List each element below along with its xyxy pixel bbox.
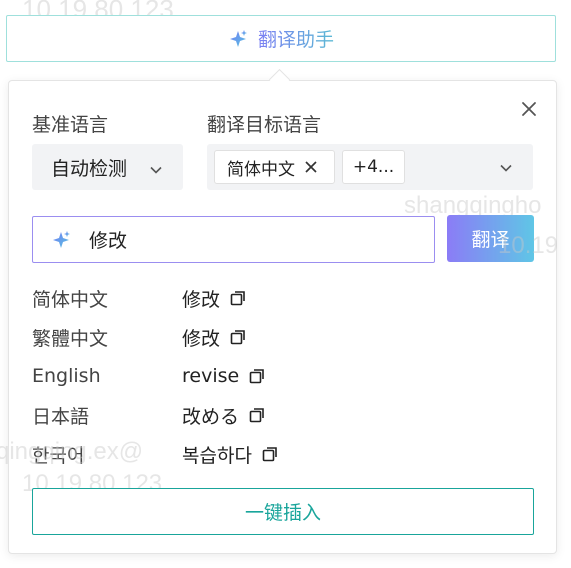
copy-icon[interactable]	[229, 289, 247, 307]
source-language-value: 自动检测	[51, 157, 128, 180]
result-language: 简体中文	[32, 288, 109, 311]
copy-icon[interactable]	[229, 328, 247, 346]
close-icon[interactable]	[518, 98, 540, 120]
target-language-select[interactable]: 简体中文 +4...	[207, 144, 533, 190]
result-text: revise	[182, 365, 240, 387]
insert-all-button[interactable]: 一键插入	[32, 488, 534, 535]
result-text-group: 복습하다	[182, 441, 279, 468]
result-language: 繁體中文	[32, 327, 109, 350]
translate-assistant-label: 翻译助手	[258, 25, 334, 52]
more-languages-tag[interactable]: +4...	[342, 150, 405, 184]
result-language: English	[32, 365, 101, 387]
target-language-tag-label: 简体中文	[227, 159, 295, 180]
result-row: 日本語 改める	[32, 400, 266, 430]
translate-input[interactable]: 修改	[32, 216, 435, 263]
remove-tag-icon[interactable]	[304, 160, 318, 174]
target-language-tag: 简体中文	[214, 150, 335, 184]
result-row: 繁體中文 修改	[32, 322, 247, 352]
copy-icon[interactable]	[248, 406, 266, 424]
source-language-label: 基准语言	[32, 114, 109, 136]
result-text-group: 改める	[182, 402, 266, 429]
result-text-group: revise	[182, 365, 266, 387]
sparkle-icon	[228, 29, 248, 49]
result-language: 한국어	[32, 444, 85, 467]
result-text: 복습하다	[182, 444, 252, 467]
result-language: 日本語	[32, 405, 90, 428]
result-row: 한국어 복습하다	[32, 439, 279, 469]
copy-icon[interactable]	[248, 367, 266, 385]
result-text-group: 修改	[182, 285, 247, 312]
target-language-label: 翻译目标语言	[207, 114, 322, 136]
result-row: 简体中文 修改	[32, 283, 247, 313]
result-text: 修改	[182, 327, 221, 350]
translate-assistant-button[interactable]: 翻译助手	[6, 15, 556, 62]
source-language-select[interactable]: 自动检测	[32, 144, 183, 190]
result-text: 修改	[182, 288, 221, 311]
translate-input-value: 修改	[89, 230, 128, 252]
result-row: English revise	[32, 361, 266, 391]
chevron-down-icon	[499, 160, 513, 179]
chevron-down-icon	[149, 160, 163, 182]
result-text-group: 修改	[182, 324, 247, 351]
sparkle-icon	[51, 230, 71, 250]
copy-icon[interactable]	[261, 445, 279, 463]
translate-button[interactable]: 翻译	[447, 215, 534, 262]
result-text: 改める	[182, 405, 240, 428]
